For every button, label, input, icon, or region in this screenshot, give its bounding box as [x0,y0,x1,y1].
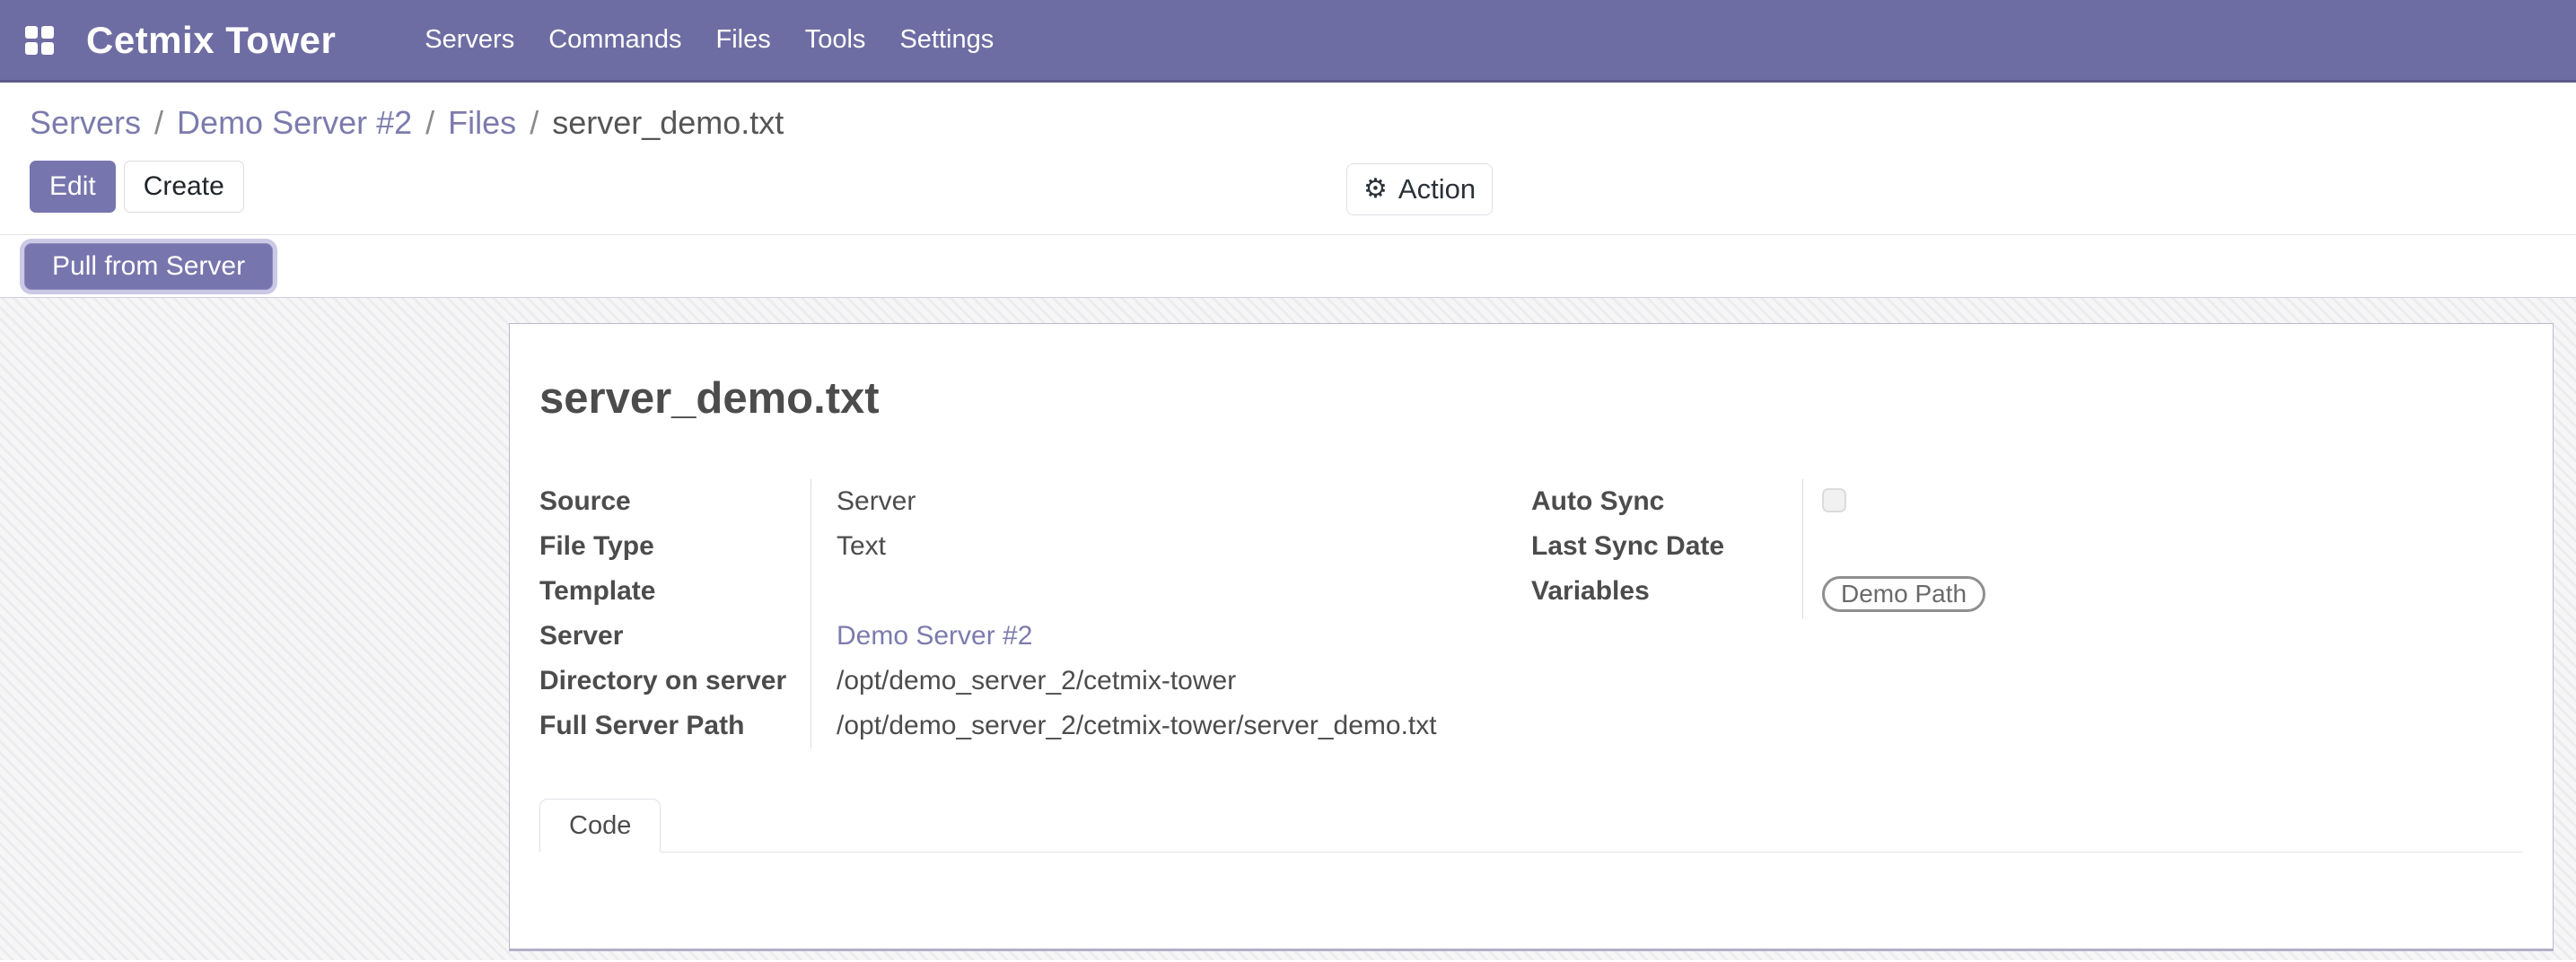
status-bar: Pull from Server [0,235,2576,298]
breadcrumb-files[interactable]: Files [448,104,516,142]
action-menu-button[interactable]: ⚙ Action [1346,163,1493,215]
field-value-source: Server [811,479,1531,524]
field-group-right: Auto Sync Last Sync Date Variables Demo … [1531,479,2523,748]
breadcrumb-demo-server-2[interactable]: Demo Server #2 [177,104,412,142]
top-navbar: Cetmix Tower Servers Commands Files Tool… [0,0,2576,83]
menu-commands[interactable]: Commands [531,0,698,80]
field-label-directory-on-server: Directory on server [539,659,811,704]
form-view-background: server_demo.txt Source Server File Type … [0,298,2576,960]
field-label-source: Source [539,479,811,524]
field-value-full-server-path: /opt/demo_server_2/cetmix-tower/server_d… [811,704,1531,748]
menu-tools[interactable]: Tools [788,0,883,80]
main-menu: Servers Commands Files Tools Settings [407,0,1011,80]
app-brand-title: Cetmix Tower [86,19,336,62]
breadcrumb-separator: / [425,104,434,142]
field-value-last-sync-date [1803,524,2523,569]
gear-icon: ⚙ [1363,176,1388,203]
field-value-file-type: Text [811,524,1531,569]
auto-sync-checkbox[interactable] [1822,488,1846,512]
menu-settings[interactable]: Settings [882,0,1011,80]
breadcrumb-separator: / [530,104,539,142]
breadcrumb-current-file: server_demo.txt [552,104,784,142]
field-label-variables: Variables [1531,569,1803,619]
edit-button[interactable]: Edit [30,161,116,213]
field-value-directory-on-server: /opt/demo_server_2/cetmix-tower [811,659,1531,704]
menu-files[interactable]: Files [699,0,788,80]
field-value-server-link[interactable]: Demo Server #2 [811,614,1531,659]
field-label-template: Template [539,569,811,614]
field-label-server: Server [539,614,811,659]
create-button[interactable]: Create [124,161,244,213]
notebook-tab-bar: Code [539,799,2523,853]
action-menu-label: Action [1398,173,1476,206]
field-groups: Source Server File Type Text Template Se… [539,479,2523,748]
form-buttons: Edit Create [30,161,2546,213]
menu-servers[interactable]: Servers [407,0,531,80]
field-value-template [811,569,1531,614]
field-label-auto-sync: Auto Sync [1531,479,1803,524]
field-value-auto-sync [1803,479,2523,524]
field-value-variables: Demo Path [1803,569,2523,619]
breadcrumb-servers[interactable]: Servers [30,104,141,142]
field-label-file-type: File Type [539,524,811,569]
apps-menu-icon[interactable] [25,26,54,55]
breadcrumb-separator: / [154,104,163,142]
field-label-full-server-path: Full Server Path [539,704,811,748]
form-sheet: server_demo.txt Source Server File Type … [509,323,2554,951]
tab-code[interactable]: Code [539,799,661,853]
field-group-left: Source Server File Type Text Template Se… [539,479,1531,748]
variable-tag-demo-path[interactable]: Demo Path [1822,576,1985,612]
field-label-last-sync-date: Last Sync Date [1531,524,1803,569]
breadcrumb: Servers / Demo Server #2 / Files / serve… [30,104,2546,142]
pull-from-server-button[interactable]: Pull from Server [24,243,273,290]
record-title: server_demo.txt [539,373,2523,424]
control-panel: Servers / Demo Server #2 / Files / serve… [0,83,2576,235]
